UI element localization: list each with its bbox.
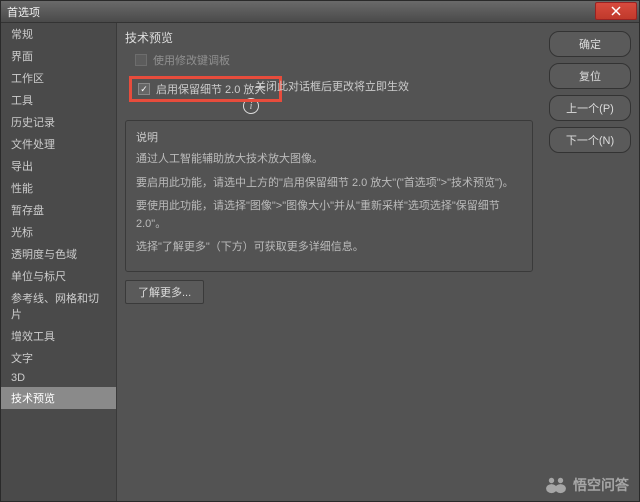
sidebar-item-scratchdisks[interactable]: 暂存盘: [1, 199, 116, 221]
watermark: 悟空问答: [545, 475, 629, 495]
note-text: 关闭此对话框后更改将立即生效: [255, 78, 409, 94]
sidebar-item-tools[interactable]: 工具: [1, 89, 116, 111]
sidebar-item-cursors[interactable]: 光标: [1, 221, 116, 243]
legacy-checkbox-label: 使用修改键调板: [153, 52, 230, 68]
sidebar-item-units[interactable]: 单位与标尺: [1, 265, 116, 287]
sidebar-item-guides[interactable]: 参考线、网格和切片: [1, 287, 116, 325]
desc-line: 要使用此功能，请选择"图像">"图像大小"并从"重新采样"选项选择"保留细节 2…: [136, 198, 522, 233]
sidebar-item-general[interactable]: 常规: [1, 23, 116, 45]
window-body: 常规 界面 工作区 工具 历史记录 文件处理 导出 性能 暂存盘 光标 透明度与…: [1, 23, 639, 501]
learn-more-button[interactable]: 了解更多...: [125, 280, 204, 304]
watermark-icon: [545, 476, 567, 494]
reset-button[interactable]: 复位: [549, 63, 631, 89]
sidebar-item-plugins[interactable]: 增效工具: [1, 325, 116, 347]
desc-line: 要启用此功能，请选中上方的"启用保留细节 2.0 放大"("首选项">"技术预览…: [136, 175, 522, 193]
sidebar-item-filehandling[interactable]: 文件处理: [1, 133, 116, 155]
description-body: 通过人工智能辅助放大技术放大图像。 要启用此功能，请选中上方的"启用保留细节 2…: [136, 151, 522, 257]
sidebar-item-performance[interactable]: 性能: [1, 177, 116, 199]
sidebar-item-3d[interactable]: 3D: [1, 369, 116, 387]
legacy-checkbox[interactable]: [135, 54, 147, 66]
main-panel: 技术预览 使用修改键调板 启用保留细节 2.0 放大 关闭此对话框后更改将立即生…: [117, 23, 541, 501]
feature-checkbox[interactable]: [138, 83, 150, 95]
window-title: 首选项: [7, 4, 633, 20]
sidebar-item-history[interactable]: 历史记录: [1, 111, 116, 133]
description-panel: 说明 通过人工智能辅助放大技术放大图像。 要启用此功能，请选中上方的"启用保留细…: [125, 120, 533, 272]
close-button[interactable]: [595, 2, 637, 20]
desc-line: 选择"了解更多"（下方）可获取更多详细信息。: [136, 239, 522, 257]
right-button-column: 确定 复位 上一个(P) 下一个(N): [541, 23, 639, 501]
next-button[interactable]: 下一个(N): [549, 127, 631, 153]
sidebar: 常规 界面 工作区 工具 历史记录 文件处理 导出 性能 暂存盘 光标 透明度与…: [1, 23, 117, 501]
close-icon: [611, 6, 621, 16]
sidebar-item-transparency[interactable]: 透明度与色域: [1, 243, 116, 265]
preferences-window: 首选项 常规 界面 工作区 工具 历史记录 文件处理 导出 性能 暂存盘 光标 …: [0, 0, 640, 502]
sidebar-item-techpreview[interactable]: 技术预览: [1, 387, 116, 409]
titlebar: 首选项: [1, 1, 639, 23]
sidebar-item-interface[interactable]: 界面: [1, 45, 116, 67]
sidebar-item-export[interactable]: 导出: [1, 155, 116, 177]
section-title: 技术预览: [125, 29, 533, 46]
legacy-checkbox-row: 使用修改键调板: [125, 50, 533, 74]
ok-button[interactable]: 确定: [549, 31, 631, 57]
description-title: 说明: [136, 129, 522, 145]
desc-line: 通过人工智能辅助放大技术放大图像。: [136, 151, 522, 169]
sidebar-item-workspace[interactable]: 工作区: [1, 67, 116, 89]
prev-button[interactable]: 上一个(P): [549, 95, 631, 121]
feature-checkbox-label: 启用保留细节 2.0 放大: [156, 81, 265, 97]
sidebar-item-type[interactable]: 文字: [1, 347, 116, 369]
watermark-text: 悟空问答: [573, 475, 629, 495]
